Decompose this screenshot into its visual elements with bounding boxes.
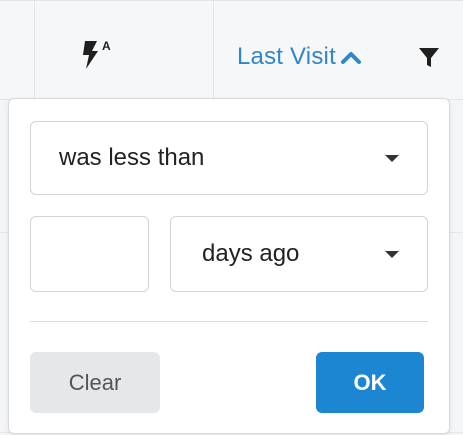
operator-selected-value: was less than: [59, 144, 205, 171]
sort-column-label: Last Visit: [237, 43, 336, 70]
unit-select[interactable]: days ago: [170, 216, 428, 292]
caret-down-icon: [385, 251, 399, 258]
filter-popover: was less than days ago Clear OK: [8, 98, 450, 434]
unit-selected-value: days ago: [202, 240, 300, 267]
column-divider: [34, 1, 35, 101]
flash-column-header[interactable]: A: [82, 39, 112, 71]
flash-auto-icon: [83, 41, 98, 69]
panel-divider: [30, 321, 428, 322]
operator-select[interactable]: was less than: [30, 121, 428, 195]
chevron-up-icon: [340, 52, 361, 64]
sort-column-header[interactable]: Last Visit: [237, 41, 362, 73]
funnel-icon[interactable]: [417, 45, 441, 69]
table-header: A Last Visit: [0, 0, 463, 101]
caret-down-icon: [385, 155, 399, 162]
ok-button[interactable]: OK: [316, 352, 424, 413]
column-divider: [213, 1, 214, 101]
flash-auto-letter: A: [102, 39, 111, 53]
clear-button[interactable]: Clear: [30, 352, 160, 413]
amount-input[interactable]: [30, 216, 149, 292]
table-view: A Last Visit was less than days ago Clea…: [0, 0, 463, 435]
